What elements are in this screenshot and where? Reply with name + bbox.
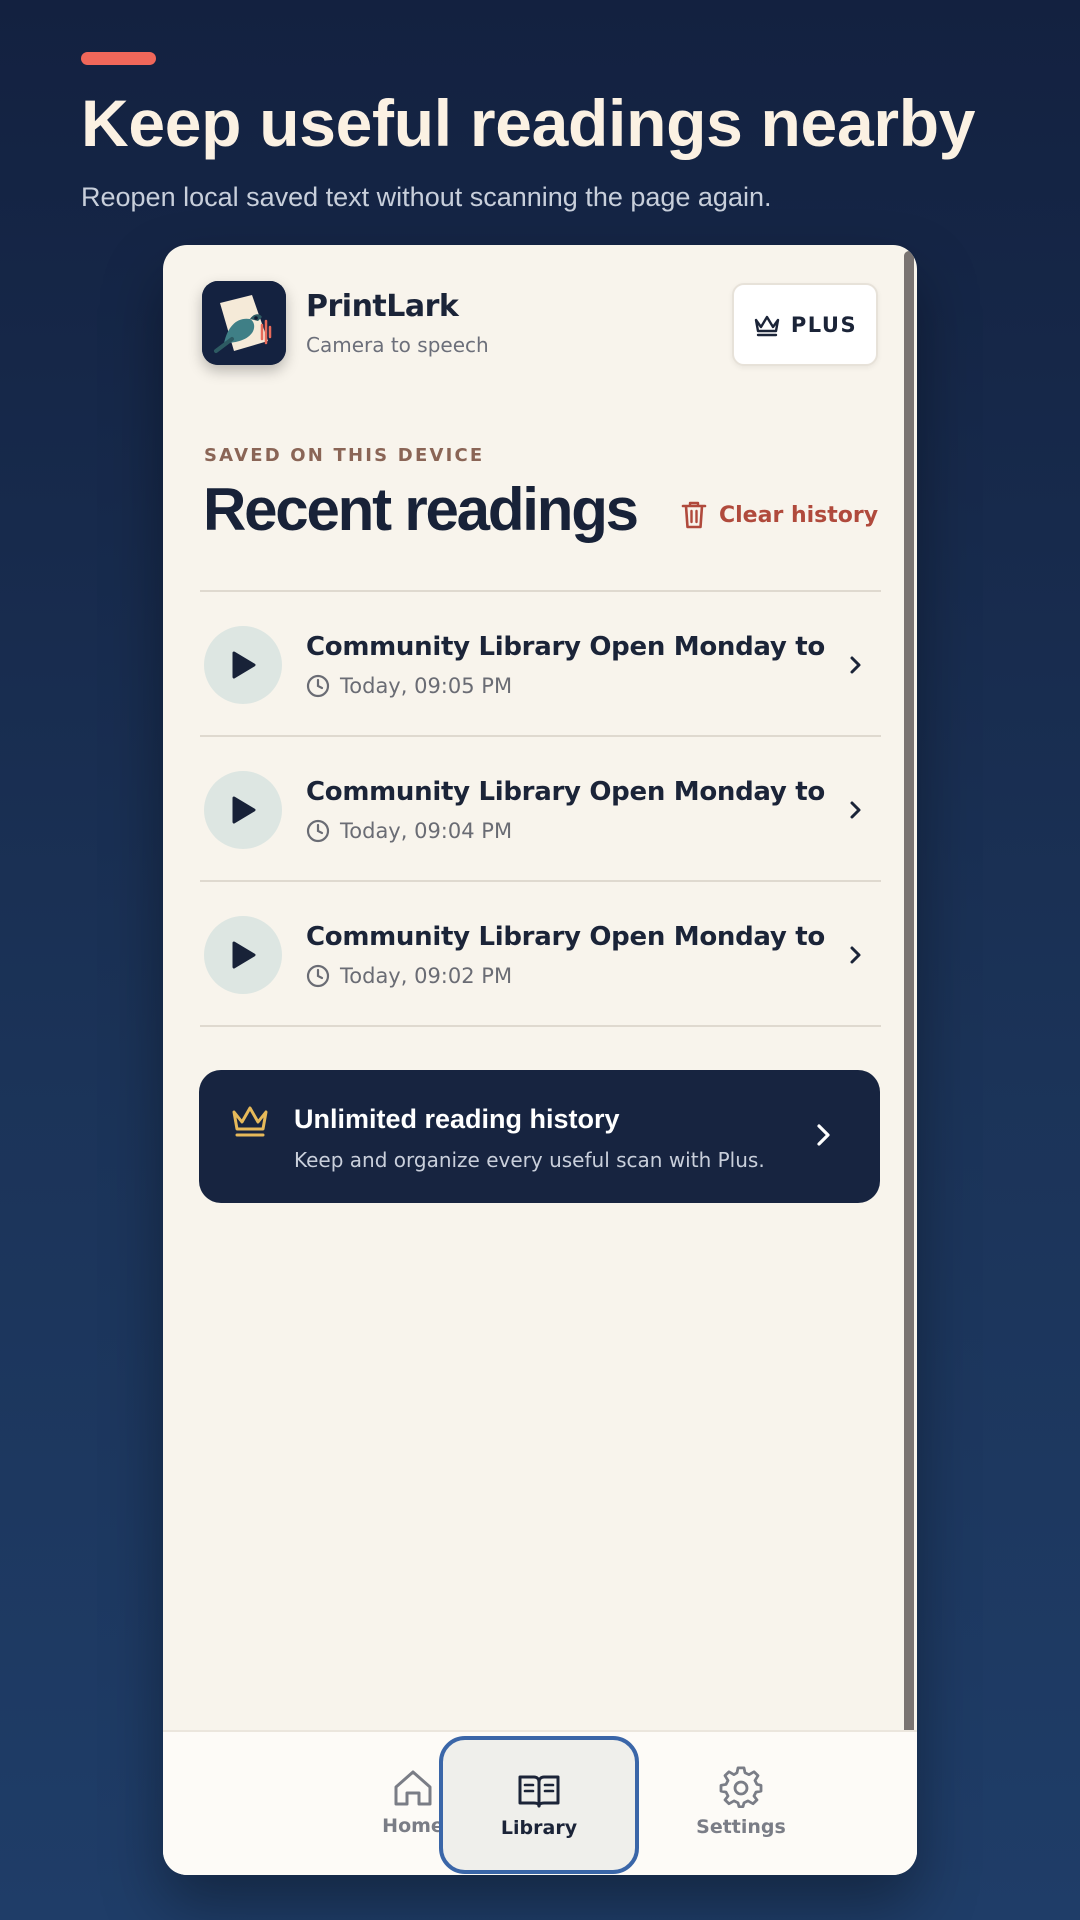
crown-icon — [232, 1106, 268, 1137]
section-eyebrow: SAVED ON THIS DEVICE — [204, 445, 485, 466]
reading-time-text: Today, 09:05 PM — [340, 674, 513, 698]
plus-button[interactable]: PLUS — [732, 283, 878, 366]
reading-timestamp: Today, 09:05 PM — [306, 674, 512, 698]
accent-bar — [81, 52, 156, 65]
section-title: Recent readings — [203, 476, 639, 543]
chevron-right-icon — [817, 1124, 830, 1146]
reading-item[interactable]: Community Library Open Monday to... Toda… — [200, 882, 881, 1025]
hero-title: Keep useful readings nearby — [81, 86, 976, 160]
chevron-right-icon — [850, 946, 861, 964]
trash-icon — [681, 501, 707, 529]
clear-history-label: Clear history — [719, 502, 879, 528]
plus-button-label: PLUS — [790, 312, 858, 337]
bottom-tab-bar: Home Library Settings — [163, 1730, 917, 1875]
book-open-icon — [518, 1775, 560, 1808]
clear-history-button[interactable]: Clear history — [681, 495, 878, 535]
clock-icon — [306, 819, 330, 843]
play-icon — [232, 941, 256, 969]
crown-icon — [754, 315, 780, 336]
reading-list: Community Library Open Monday to... Toda… — [200, 590, 881, 1027]
app-logo — [202, 281, 286, 365]
play-icon — [232, 796, 256, 824]
chevron-right-icon — [850, 801, 861, 819]
chevron-right-icon — [850, 656, 861, 674]
clock-icon — [306, 964, 330, 988]
play-button[interactable] — [204, 771, 282, 849]
tab-settings-label: Settings — [696, 1816, 786, 1838]
tab-library[interactable]: Library — [439, 1736, 639, 1874]
bird-logo-icon — [202, 281, 286, 365]
app-header: PrintLark Camera to speech PLUS — [163, 245, 917, 366]
home-icon — [394, 1770, 432, 1806]
reading-time-text: Today, 09:04 PM — [340, 819, 513, 843]
reading-timestamp: Today, 09:02 PM — [306, 964, 512, 988]
plus-promo-banner[interactable]: Unlimited reading history Keep and organ… — [199, 1070, 880, 1203]
reading-item[interactable]: Community Library Open Monday to... Toda… — [200, 592, 881, 735]
phone-screen: PrintLark Camera to speech PLUS SAVED ON… — [163, 245, 917, 1875]
reading-time-text: Today, 09:02 PM — [340, 964, 513, 988]
reading-item[interactable]: Community Library Open Monday to... Toda… — [200, 737, 881, 880]
clock-icon — [306, 674, 330, 698]
play-icon — [232, 651, 256, 679]
reading-title: Community Library Open Monday to... — [306, 777, 826, 807]
app-tagline: Camera to speech — [306, 333, 489, 357]
tab-settings[interactable]: Settings — [651, 1732, 831, 1872]
promo-subtitle: Keep and organize every useful scan with… — [294, 1148, 765, 1172]
promo-title: Unlimited reading history — [294, 1104, 620, 1134]
list-divider — [200, 1025, 881, 1027]
scrollbar[interactable] — [904, 251, 914, 1826]
app-name: PrintLark — [306, 289, 459, 324]
play-button[interactable] — [204, 626, 282, 704]
gear-icon — [719, 1766, 763, 1809]
reading-title: Community Library Open Monday to... — [306, 632, 826, 662]
reading-timestamp: Today, 09:04 PM — [306, 819, 512, 843]
tab-home-label: Home — [382, 1815, 444, 1837]
tab-library-label: Library — [500, 1817, 578, 1839]
reading-title: Community Library Open Monday to... — [306, 922, 826, 952]
hero-subtitle: Reopen local saved text without scanning… — [81, 182, 772, 212]
play-button[interactable] — [204, 916, 282, 994]
